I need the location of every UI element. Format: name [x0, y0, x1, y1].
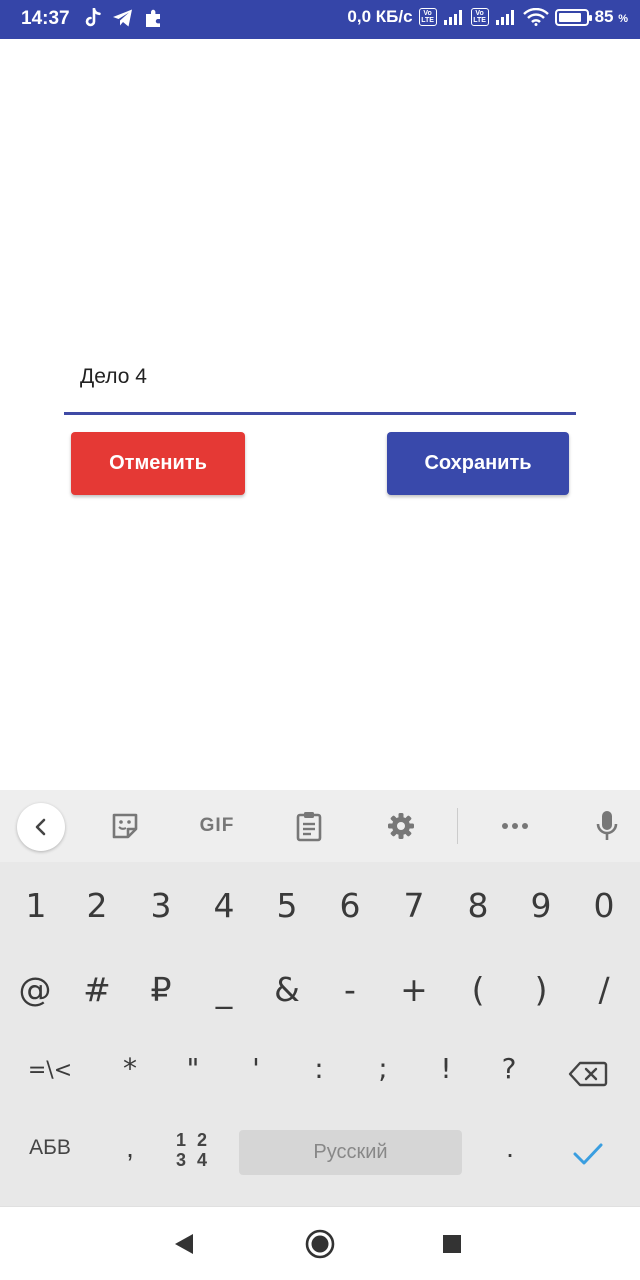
key[interactable]: ₽: [129, 970, 193, 1009]
notification-icons: [84, 8, 164, 28]
volte-label-top: Vo: [423, 10, 432, 17]
cancel-button[interactable]: Отменить: [71, 432, 245, 495]
key[interactable]: ?: [477, 1052, 541, 1085]
battery-fill: [558, 12, 581, 22]
key[interactable]: 5: [255, 886, 319, 925]
battery-percent: 85 %: [595, 7, 628, 27]
battery-icon: [554, 8, 592, 26]
key[interactable]: ;: [351, 1052, 415, 1085]
backspace-key[interactable]: [558, 1056, 618, 1092]
recents-square-icon: [443, 1235, 461, 1253]
backspace-icon: [568, 1061, 608, 1087]
network-speed: 0,0 КБ/с: [347, 7, 413, 26]
key[interactable]: :: [287, 1052, 351, 1085]
key[interactable]: 4: [192, 886, 256, 925]
sticker-icon: [112, 813, 138, 839]
key[interactable]: (: [446, 970, 510, 1009]
more-button[interactable]: [498, 810, 532, 842]
key[interactable]: !: [414, 1052, 478, 1085]
checkmark-icon: [573, 1143, 603, 1165]
key[interactable]: 1: [4, 886, 68, 925]
more-icon: [502, 823, 528, 829]
battery-percent-value: 85: [594, 7, 614, 26]
gif-icon: GIF: [199, 815, 235, 836]
volte-icon: Vo LTE: [470, 8, 489, 26]
numpad-label-bottom: 3 4: [175, 1150, 211, 1170]
period-key[interactable]: .: [478, 1132, 542, 1164]
nav-home-button[interactable]: [300, 1227, 340, 1261]
clipboard-button[interactable]: [292, 810, 326, 842]
volte-label-bottom: LTE: [473, 17, 486, 24]
save-button[interactable]: Сохранить: [387, 432, 569, 495]
status-right: 0,0 КБ/с Vo LTE Vo LTE 85 %: [347, 7, 628, 27]
gif-button[interactable]: GIF: [194, 810, 240, 842]
key[interactable]: ': [224, 1052, 288, 1085]
key[interactable]: 0: [572, 886, 636, 925]
key[interactable]: +: [382, 970, 446, 1009]
navigation-bar: [0, 1206, 640, 1280]
volte-label-bottom: LTE: [421, 17, 434, 24]
numpad-switch-key[interactable]: 1 2 3 4: [165, 1130, 221, 1170]
status-time: 14:37: [21, 8, 70, 29]
numpad-label-top: 1 2: [175, 1130, 211, 1150]
key[interactable]: &: [255, 970, 319, 1009]
home-circle-icon: [305, 1229, 335, 1259]
enter-key[interactable]: [560, 1134, 616, 1174]
alphabet-switch-key[interactable]: АБВ: [14, 1136, 86, 1160]
key[interactable]: 9: [509, 886, 573, 925]
nav-recents-button[interactable]: [432, 1227, 472, 1261]
key[interactable]: 2: [65, 886, 129, 925]
clipboard-icon: [296, 812, 322, 842]
space-key[interactable]: Русский: [239, 1130, 462, 1175]
tiktok-icon: [85, 8, 101, 27]
signal-icon: [495, 10, 514, 25]
keyboard-keys: 1 2 3 4 5 6 7 8 9 0 @ # ₽ _ & - + ( ) / …: [0, 862, 640, 1206]
battery-percent-sign: %: [618, 13, 628, 25]
chevron-left-icon: [35, 818, 46, 836]
key[interactable]: #: [65, 970, 129, 1009]
key[interactable]: 8: [446, 886, 510, 925]
key[interactable]: 7: [382, 886, 446, 925]
keyboard-back-button[interactable]: [17, 803, 65, 851]
volte-icon: Vo LTE: [418, 8, 437, 26]
key[interactable]: *: [98, 1052, 162, 1085]
task-name-value: Дело 4: [80, 365, 147, 388]
wifi-icon: [522, 8, 549, 26]
task-name-field[interactable]: Дело 4: [64, 345, 576, 415]
key-more-symbols[interactable]: =\<: [18, 1058, 82, 1083]
key[interactable]: ): [509, 970, 573, 1009]
key[interactable]: -: [318, 970, 382, 1009]
key[interactable]: @: [3, 970, 67, 1009]
nav-back-button[interactable]: [164, 1227, 204, 1261]
puzzle-icon: [146, 9, 160, 28]
settings-icon: [388, 813, 414, 839]
key[interactable]: /: [572, 970, 636, 1009]
key[interactable]: 6: [318, 886, 382, 925]
key[interactable]: _: [192, 970, 256, 1009]
signal-icon: [443, 10, 462, 25]
mic-icon: [596, 811, 618, 840]
voice-input-button[interactable]: [590, 810, 624, 842]
back-triangle-icon: [175, 1234, 193, 1254]
status-bar: 14:37 0,0 КБ/с Vo LTE Vo LTE 85 %: [0, 0, 640, 39]
key[interactable]: 3: [129, 886, 193, 925]
toolbar-divider: [457, 808, 458, 844]
sticker-button[interactable]: [108, 810, 142, 842]
telegram-icon: [113, 9, 132, 27]
key[interactable]: ": [161, 1052, 225, 1085]
keyboard-toolbar: GIF: [0, 790, 640, 862]
keyboard-settings-button[interactable]: [384, 810, 418, 842]
volte-label-top: Vo: [475, 10, 484, 17]
comma-key[interactable]: ,: [98, 1132, 162, 1164]
